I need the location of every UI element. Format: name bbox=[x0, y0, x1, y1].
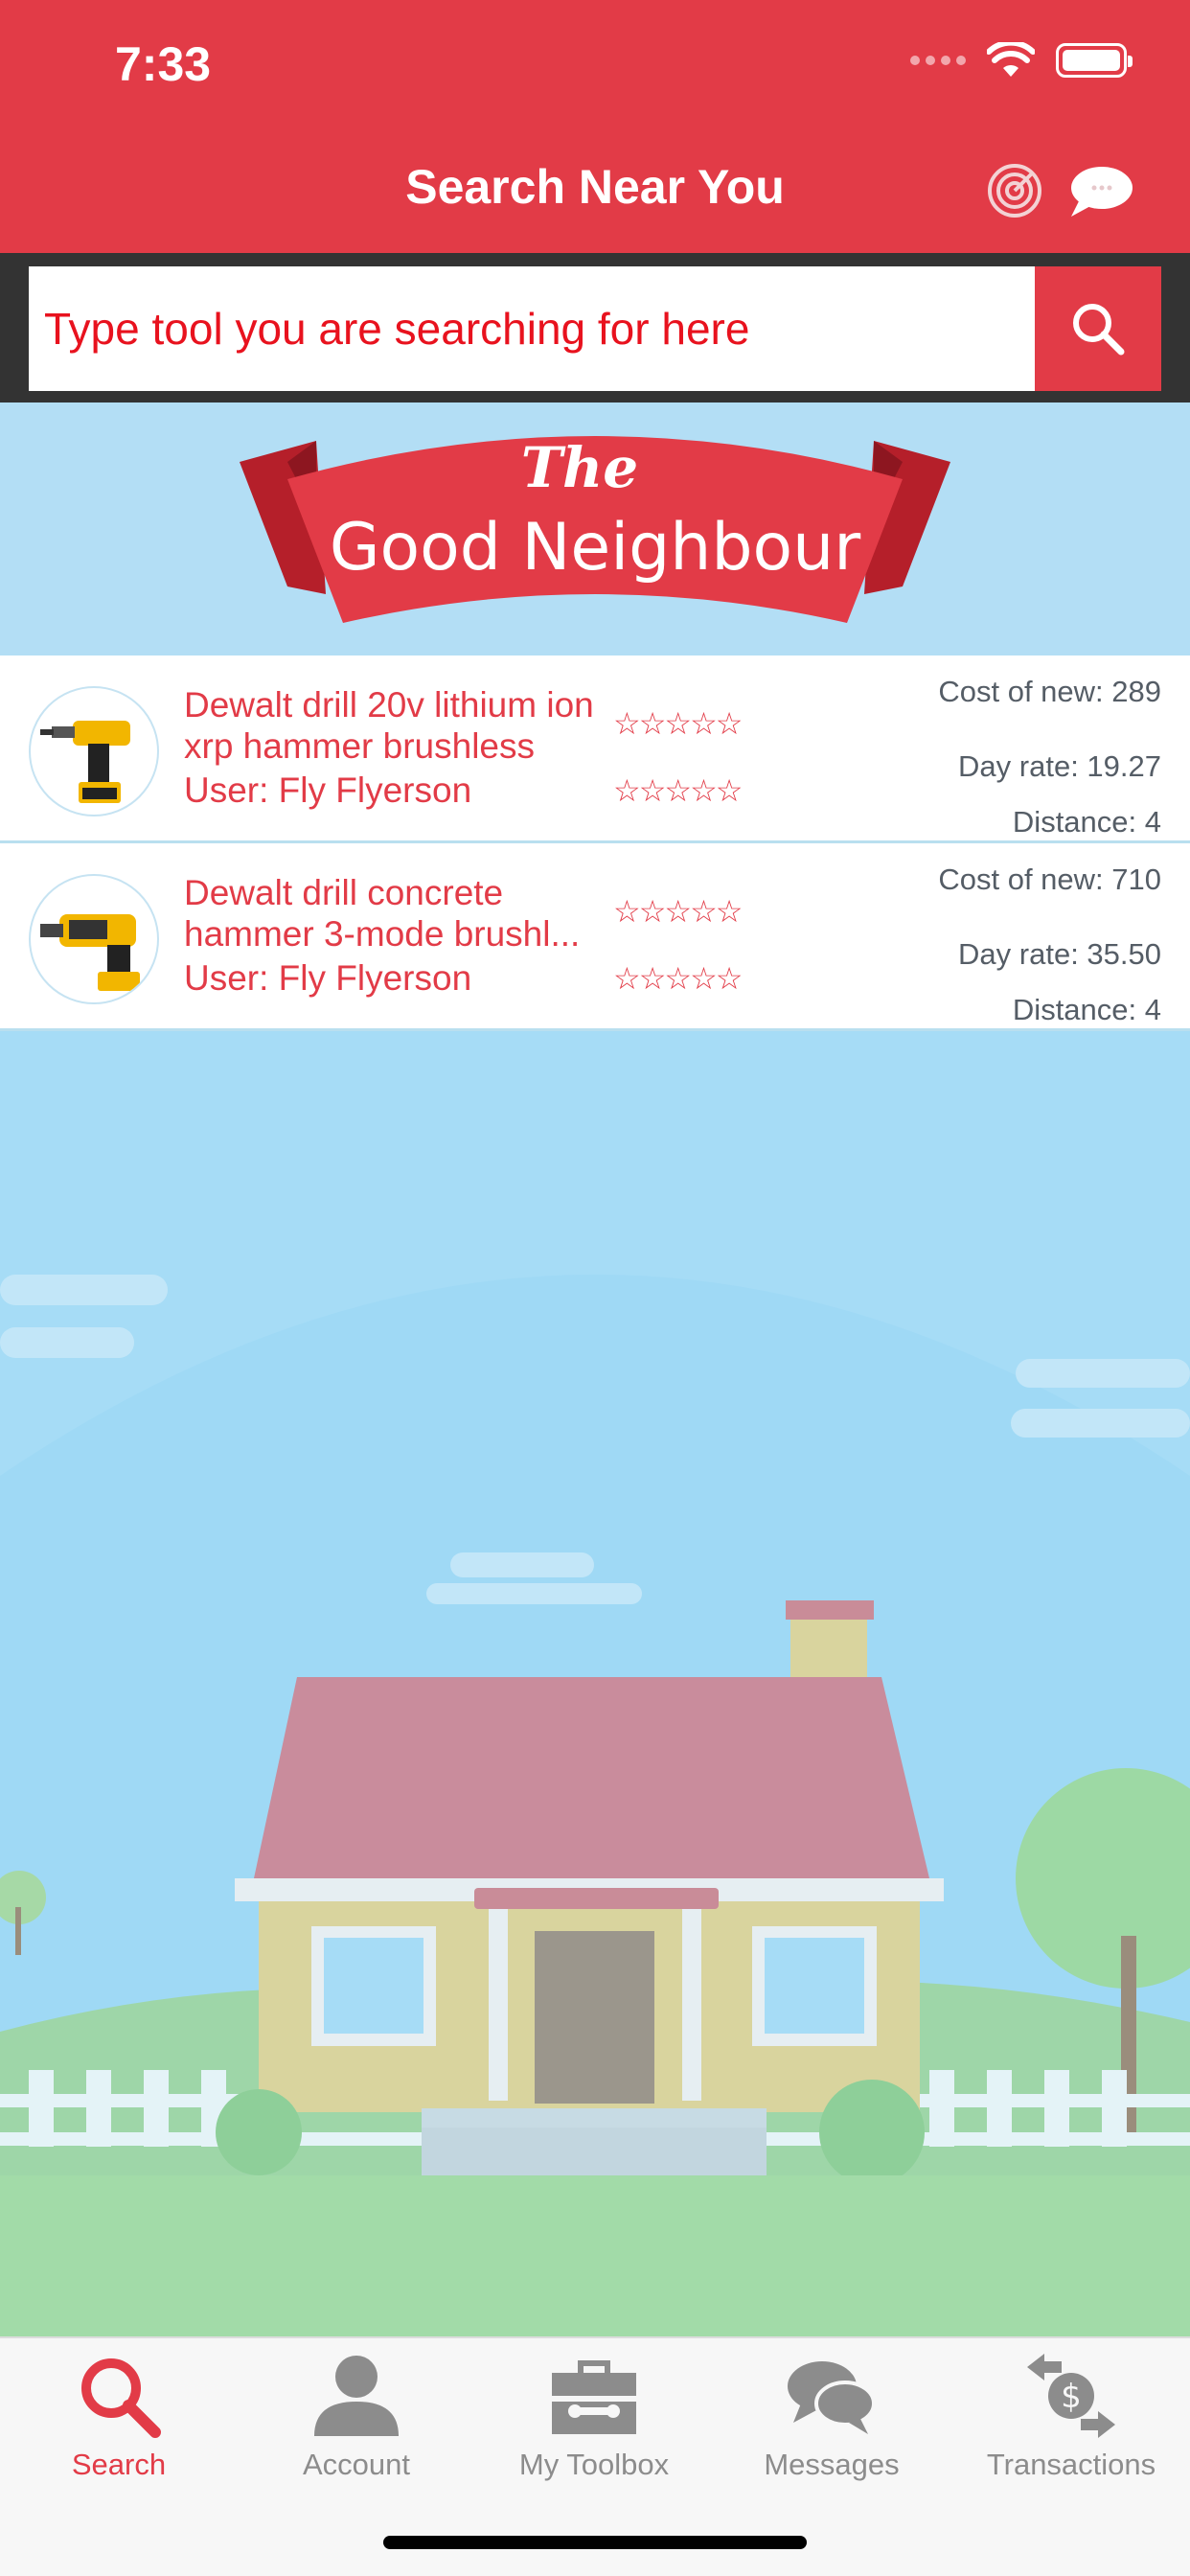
distance: Distance: 4 bbox=[1012, 993, 1161, 1026]
ribbon-logo: The Good Neighbour bbox=[240, 435, 950, 623]
tab-label: Search bbox=[71, 2448, 167, 2481]
toolbox-icon bbox=[552, 2360, 636, 2434]
svg-text:$: $ bbox=[1061, 2378, 1082, 2416]
home-indicator bbox=[383, 2536, 807, 2549]
exchange-dollar-icon: $ bbox=[1027, 2354, 1115, 2438]
person-icon bbox=[314, 2356, 399, 2436]
tab-label: Messages bbox=[764, 2448, 900, 2481]
list-item[interactable]: Dewalt drill concrete hammer 3-mode brus… bbox=[0, 843, 1190, 1031]
search-icon bbox=[81, 2358, 161, 2438]
tab-label: Account bbox=[302, 2448, 410, 2481]
hammer-drill-image bbox=[40, 914, 140, 991]
search-button[interactable] bbox=[1035, 266, 1161, 391]
cost-of-new: Cost of new: 289 bbox=[938, 675, 1161, 708]
cost-of-new: Cost of new: 710 bbox=[938, 862, 1161, 896]
drill-image bbox=[40, 721, 130, 803]
wifi-icon bbox=[987, 42, 1035, 77]
list-item[interactable]: Dewalt drill 20v lithium ion xrp hammer … bbox=[0, 656, 1190, 843]
status-indicators bbox=[910, 42, 1133, 79]
tab-transactions[interactable]: $ Transactions bbox=[952, 2348, 1190, 2482]
banner-line1: The bbox=[521, 435, 638, 500]
cellular-signal-icon bbox=[910, 56, 966, 65]
search-input[interactable] bbox=[29, 266, 1035, 391]
item-user: User: Fly Flyerson bbox=[184, 958, 472, 998]
tab-search[interactable]: Search bbox=[0, 2348, 238, 2482]
tool-listings: Dewalt drill 20v lithium ion xrp hammer … bbox=[0, 656, 1190, 1031]
tool-thumbnail bbox=[29, 686, 159, 816]
search-field-container bbox=[29, 266, 1035, 391]
star-rating: ☆☆☆☆☆ bbox=[613, 961, 743, 996]
good-neighbour-banner: The Good Neighbour bbox=[0, 402, 1190, 656]
search-icon bbox=[1073, 304, 1125, 356]
tab-label: My Toolbox bbox=[518, 2448, 670, 2481]
radar-target-icon[interactable] bbox=[987, 163, 1042, 218]
tool-thumbnail bbox=[29, 874, 159, 1004]
neighbourhood-illustration bbox=[0, 1033, 1190, 2336]
day-rate: Day rate: 19.27 bbox=[958, 749, 1161, 783]
chat-icon[interactable] bbox=[1065, 163, 1134, 220]
tab-account[interactable]: Account bbox=[238, 2348, 475, 2482]
star-rating: ☆☆☆☆☆ bbox=[613, 773, 743, 808]
banner-line2: Good Neighbour bbox=[330, 510, 860, 586]
item-title: Dewalt drill 20v lithium ion xrp hammer … bbox=[184, 685, 594, 766]
tab-my-toolbox[interactable]: My Toolbox bbox=[475, 2348, 713, 2482]
chat-bubbles-icon bbox=[788, 2361, 876, 2434]
day-rate: Day rate: 35.50 bbox=[958, 937, 1161, 971]
search-bar bbox=[0, 253, 1190, 402]
star-rating: ☆☆☆☆☆ bbox=[613, 894, 743, 929]
distance: Distance: 4 bbox=[1012, 805, 1161, 839]
status-time: 7:33 bbox=[115, 37, 212, 91]
app-header: 7:33 Search Near You bbox=[0, 0, 1190, 253]
tab-label: Transactions bbox=[986, 2448, 1156, 2481]
item-user: User: Fly Flyerson bbox=[184, 770, 472, 810]
battery-icon bbox=[1056, 43, 1133, 78]
item-title: Dewalt drill concrete hammer 3-mode brus… bbox=[184, 873, 581, 954]
tab-messages[interactable]: Messages bbox=[713, 2348, 950, 2482]
star-rating: ☆☆☆☆☆ bbox=[613, 706, 743, 741]
